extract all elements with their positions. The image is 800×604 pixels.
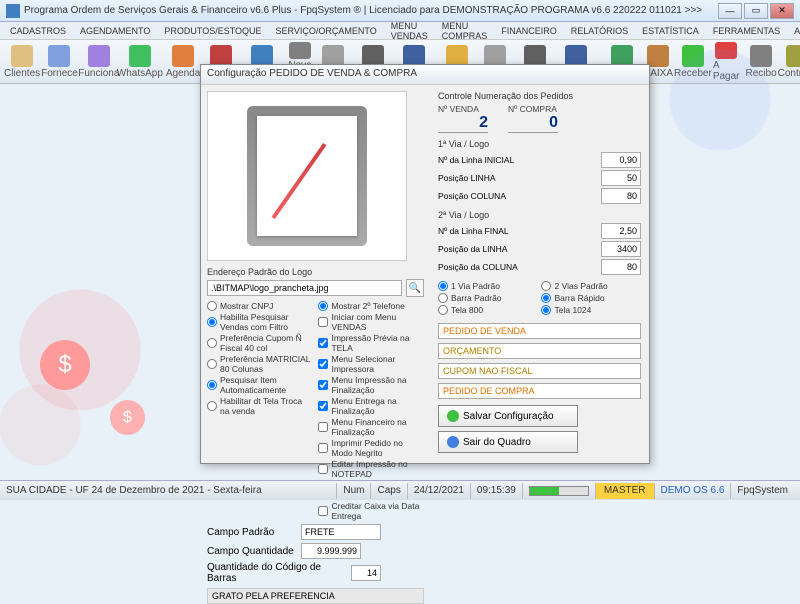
via-input[interactable] [601, 188, 641, 204]
config-radio[interactable]: Tela 1024 [541, 305, 641, 315]
campo-padrao-input[interactable] [301, 524, 381, 540]
config-checkbox[interactable]: Impressão Prévia na TELA [318, 333, 423, 353]
status-num: Num [336, 483, 370, 499]
config-checkbox[interactable]: Creditar Caixa via Data Entrega [318, 501, 423, 521]
config-radio[interactable]: Habilita Pesquisar Vendas com Filtro [207, 312, 312, 332]
pedido-type-button[interactable]: PEDIDO DE COMPRA [438, 383, 641, 399]
via-label: Posição da LINHA [438, 244, 507, 254]
config-checkbox[interactable]: Menu Impressão na Finalização [318, 375, 423, 395]
dialog-title: Configuração PEDIDO DE VENDA & COMPRA [201, 65, 649, 85]
config-radio[interactable]: Pesquisar Item Automaticamente [207, 375, 312, 395]
status-bar: SUA CIDADE - UF 24 de Dezembro de 2021 -… [0, 480, 800, 500]
config-radio[interactable]: 2 Vias Padrão [541, 281, 641, 291]
via-label: Nº da Linha INICIAL [438, 155, 514, 165]
config-radio[interactable]: Habilitar dt Tela Troca na venda [207, 396, 312, 416]
via1-title: 1ª Via / Logo [438, 139, 641, 149]
status-date-text: SUA CIDADE - UF 24 de Dezembro de 2021 -… [6, 485, 336, 496]
config-checkbox[interactable]: Menu Selecionar Impressora [318, 354, 423, 374]
config-checkbox[interactable]: Iniciar com Menu VENDAS [318, 312, 423, 332]
logo-path-input[interactable] [207, 280, 402, 296]
campo-padrao-label: Campo Padrão [207, 527, 297, 538]
config-radio[interactable]: Preferência Cupom Ñ Fiscal 40 col [207, 333, 312, 353]
config-radio[interactable]: 1 Via Padrão [438, 281, 538, 291]
config-checkbox[interactable]: Menu Entrega na Finalização [318, 396, 423, 416]
pedido-type-button[interactable]: ORÇAMENTO [438, 343, 641, 359]
status-date: 24/12/2021 [407, 483, 470, 499]
pedido-type-button[interactable]: CUPOM NAO FISCAL [438, 363, 641, 379]
config-checkbox[interactable]: Menu Financeiro na Finalização [318, 417, 423, 437]
via-label: Nº da Linha FINAL [438, 226, 509, 236]
via-label: Posição COLUNA [438, 191, 506, 201]
pedido-type-button[interactable]: PEDIDO DE VENDA [438, 323, 641, 339]
via-input[interactable] [601, 259, 641, 275]
via-input[interactable] [601, 170, 641, 186]
status-master: MASTER [595, 483, 654, 499]
config-radio[interactable]: Barra Padrão [438, 293, 538, 303]
browse-button[interactable]: 🔍 [406, 279, 424, 297]
status-time: 09:15:39 [470, 483, 522, 499]
campo-qtd-input[interactable] [301, 543, 361, 559]
grato-text: GRATO PELA PREFERENCIA [207, 588, 424, 604]
status-fpq: FpqSystem [730, 483, 794, 499]
controle-title: Controle Numeração dos Pedidos [438, 91, 641, 101]
config-radio[interactable]: Mostrar CNPJ [207, 301, 312, 311]
via2-title: 2ª Via / Logo [438, 210, 641, 220]
via-label: Posição da COLUNA [438, 262, 518, 272]
status-caps: Caps [370, 483, 406, 499]
config-dialog: Configuração PEDIDO DE VENDA & COMPRA En… [200, 64, 650, 464]
n-venda-label: Nº VENDA [438, 104, 488, 114]
n-compra-label: Nº COMPRA [508, 104, 558, 114]
logo-preview [207, 91, 407, 261]
config-checkbox[interactable]: Imprimir Pedido no Modo Negrito [318, 438, 423, 458]
n-compra-value: 0 [508, 114, 558, 133]
cod-barras-input[interactable] [351, 565, 381, 581]
config-radio[interactable]: Mostrar 2º Telefone [318, 301, 423, 311]
config-checkbox[interactable]: Editar Impressão no NOTEPAD [318, 459, 423, 479]
config-radio[interactable]: Tela 800 [438, 305, 538, 315]
save-config-button[interactable]: Salvar Configuração [438, 405, 578, 427]
status-progress [529, 486, 589, 496]
logo-path-label: Endereço Padrão do Logo [207, 267, 424, 277]
via-input[interactable] [601, 152, 641, 168]
dollar-icon: $ [110, 400, 145, 435]
n-venda-value: 2 [438, 114, 488, 133]
via-input[interactable] [601, 241, 641, 257]
config-radio[interactable]: Barra Rápido [541, 293, 641, 303]
via-label: Posição LINHA [438, 173, 496, 183]
config-radio[interactable]: Preferência MATRICIAL 80 Colunas [207, 354, 312, 374]
cod-barras-label: Quantidade do Código de Barras [207, 562, 347, 584]
exit-button[interactable]: Sair do Quadro [438, 431, 578, 453]
campo-qtd-label: Campo Quantidade [207, 546, 297, 557]
dollar-icon: $ [40, 340, 90, 390]
via-input[interactable] [601, 223, 641, 239]
status-demo: DEMO OS 6.6 [654, 483, 731, 499]
